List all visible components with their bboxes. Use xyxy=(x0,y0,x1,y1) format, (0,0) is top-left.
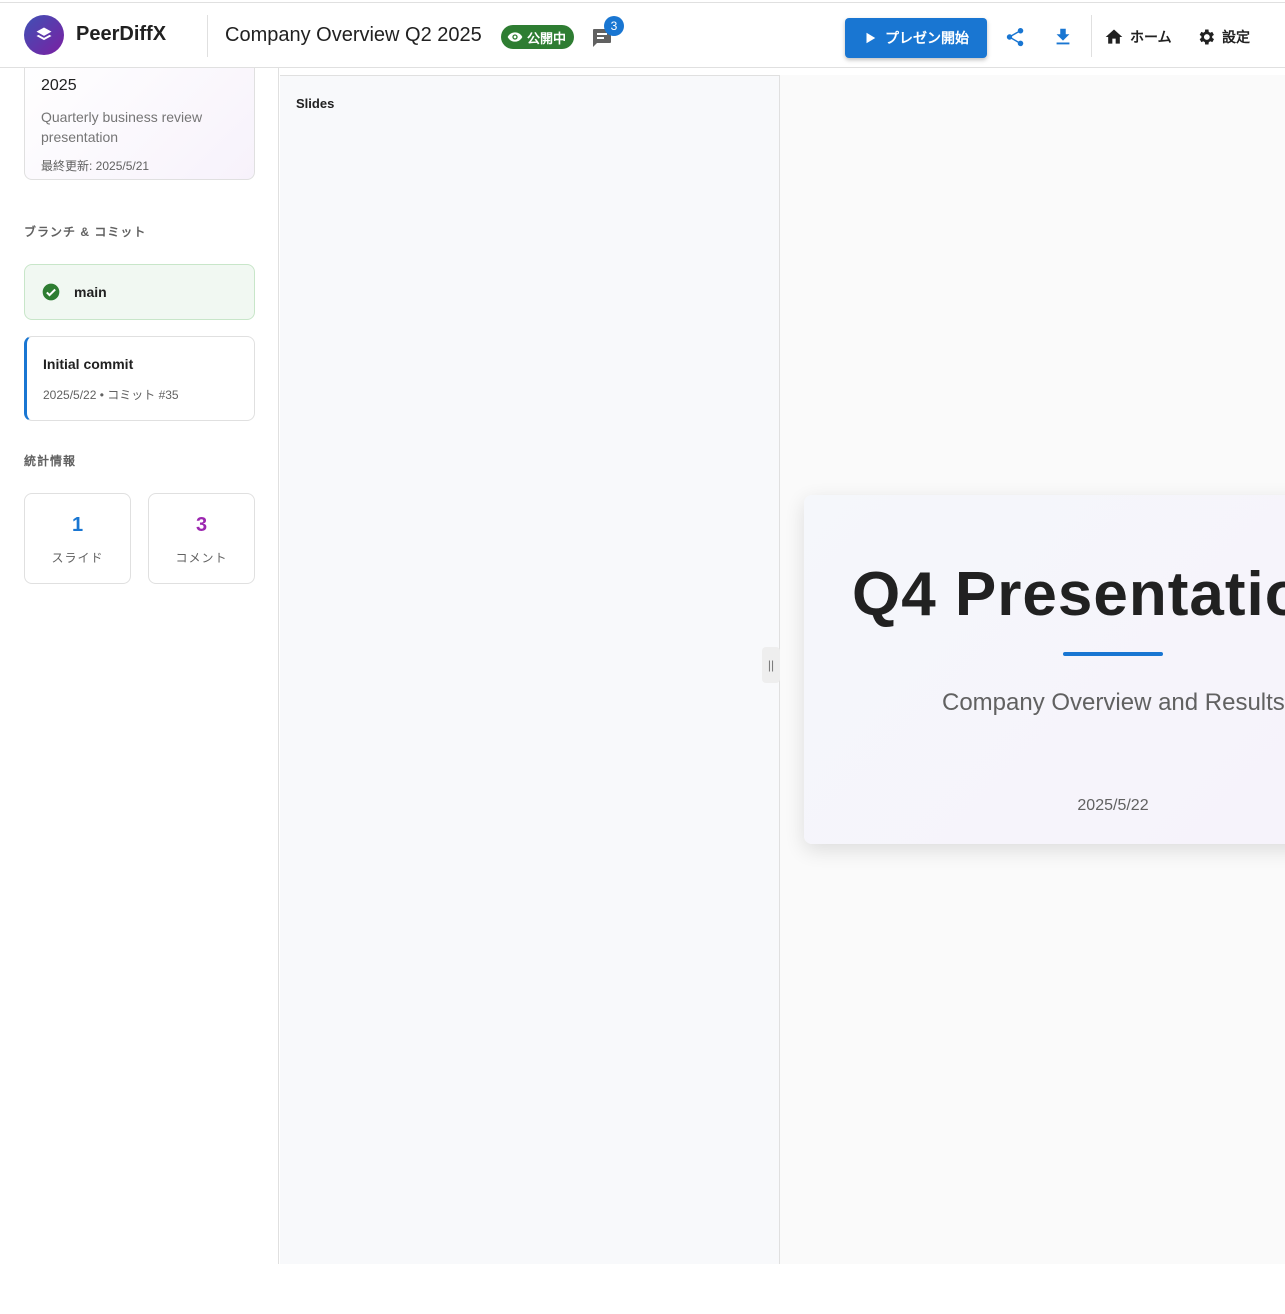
start-presentation-button[interactable]: プレゼン開始 xyxy=(845,18,987,58)
slide-title[interactable]: Q4 Presentation xyxy=(852,559,1285,630)
last-updated: 最終更新: 2025/5/21 xyxy=(41,159,150,173)
stat-comments-value: 3 xyxy=(195,514,208,536)
download-button[interactable] xyxy=(1049,23,1077,51)
eye-icon xyxy=(507,32,523,42)
app-header: PeerDiffX Company Overview Q2 2025 公開中 3… xyxy=(0,2,1285,68)
stats-section-title: 統計情報 xyxy=(24,454,77,468)
branch-item-main[interactable]: main xyxy=(24,264,255,320)
stat-slides-value: 1 xyxy=(71,514,84,536)
share-button[interactable] xyxy=(1001,23,1029,51)
slides-panel-title: Slides xyxy=(296,96,335,111)
stat-card-slides: 1 スライド xyxy=(24,493,131,584)
divider xyxy=(1091,15,1092,57)
home-label: ホーム xyxy=(1130,29,1172,45)
commit-message: Initial commit xyxy=(43,356,134,372)
stat-comments-label: コメント xyxy=(175,551,228,565)
divider xyxy=(207,15,208,57)
commit-item[interactable]: Initial commit 2025/5/22 • コミット #35 xyxy=(24,336,255,421)
stat-slides-label: スライド xyxy=(51,551,104,565)
gear-icon xyxy=(1199,29,1214,45)
document-title: Company Overview Q2 2025 xyxy=(225,24,482,46)
start-presentation-label: プレゼン開始 xyxy=(885,30,969,46)
slide-editor: Q4 Presentation Company Overview and Res… xyxy=(780,75,1285,1264)
status-label: 公開中 xyxy=(527,30,567,46)
check-circle-icon xyxy=(42,283,60,301)
settings-label: 設定 xyxy=(1222,29,1250,45)
comment-count-badge: 3 xyxy=(604,16,624,36)
home-button[interactable]: ホーム xyxy=(1104,25,1172,49)
project-title-year: 2025 xyxy=(41,77,77,94)
logo-layers-icon[interactable] xyxy=(24,15,64,55)
sidebar xyxy=(0,68,279,1264)
slide-date[interactable]: 2025/5/22 xyxy=(804,797,1285,815)
settings-button[interactable]: 設定 xyxy=(1196,25,1250,49)
play-icon xyxy=(866,32,876,44)
branch-name: main xyxy=(74,284,107,300)
status-chip: 公開中 xyxy=(501,25,575,49)
panel-resize-handle[interactable]: || xyxy=(762,647,780,683)
branches-section-title: ブランチ & コミット xyxy=(24,225,147,239)
slides-panel: Slides xyxy=(280,75,780,1264)
home-icon xyxy=(1105,29,1123,44)
share-icon xyxy=(1006,27,1024,47)
slide-canvas[interactable]: Q4 Presentation Company Overview and Res… xyxy=(804,495,1285,844)
slide-subtitle[interactable]: Company Overview and Results xyxy=(942,689,1285,717)
slide-accent-line xyxy=(1063,652,1163,656)
stat-card-comments: 3 コメント xyxy=(148,493,255,584)
project-description: Quarterly business review presentation xyxy=(41,109,203,145)
commit-meta: 2025/5/22 • コミット #35 xyxy=(43,388,179,402)
download-icon xyxy=(1056,28,1070,45)
app-name[interactable]: PeerDiffX xyxy=(76,23,166,46)
